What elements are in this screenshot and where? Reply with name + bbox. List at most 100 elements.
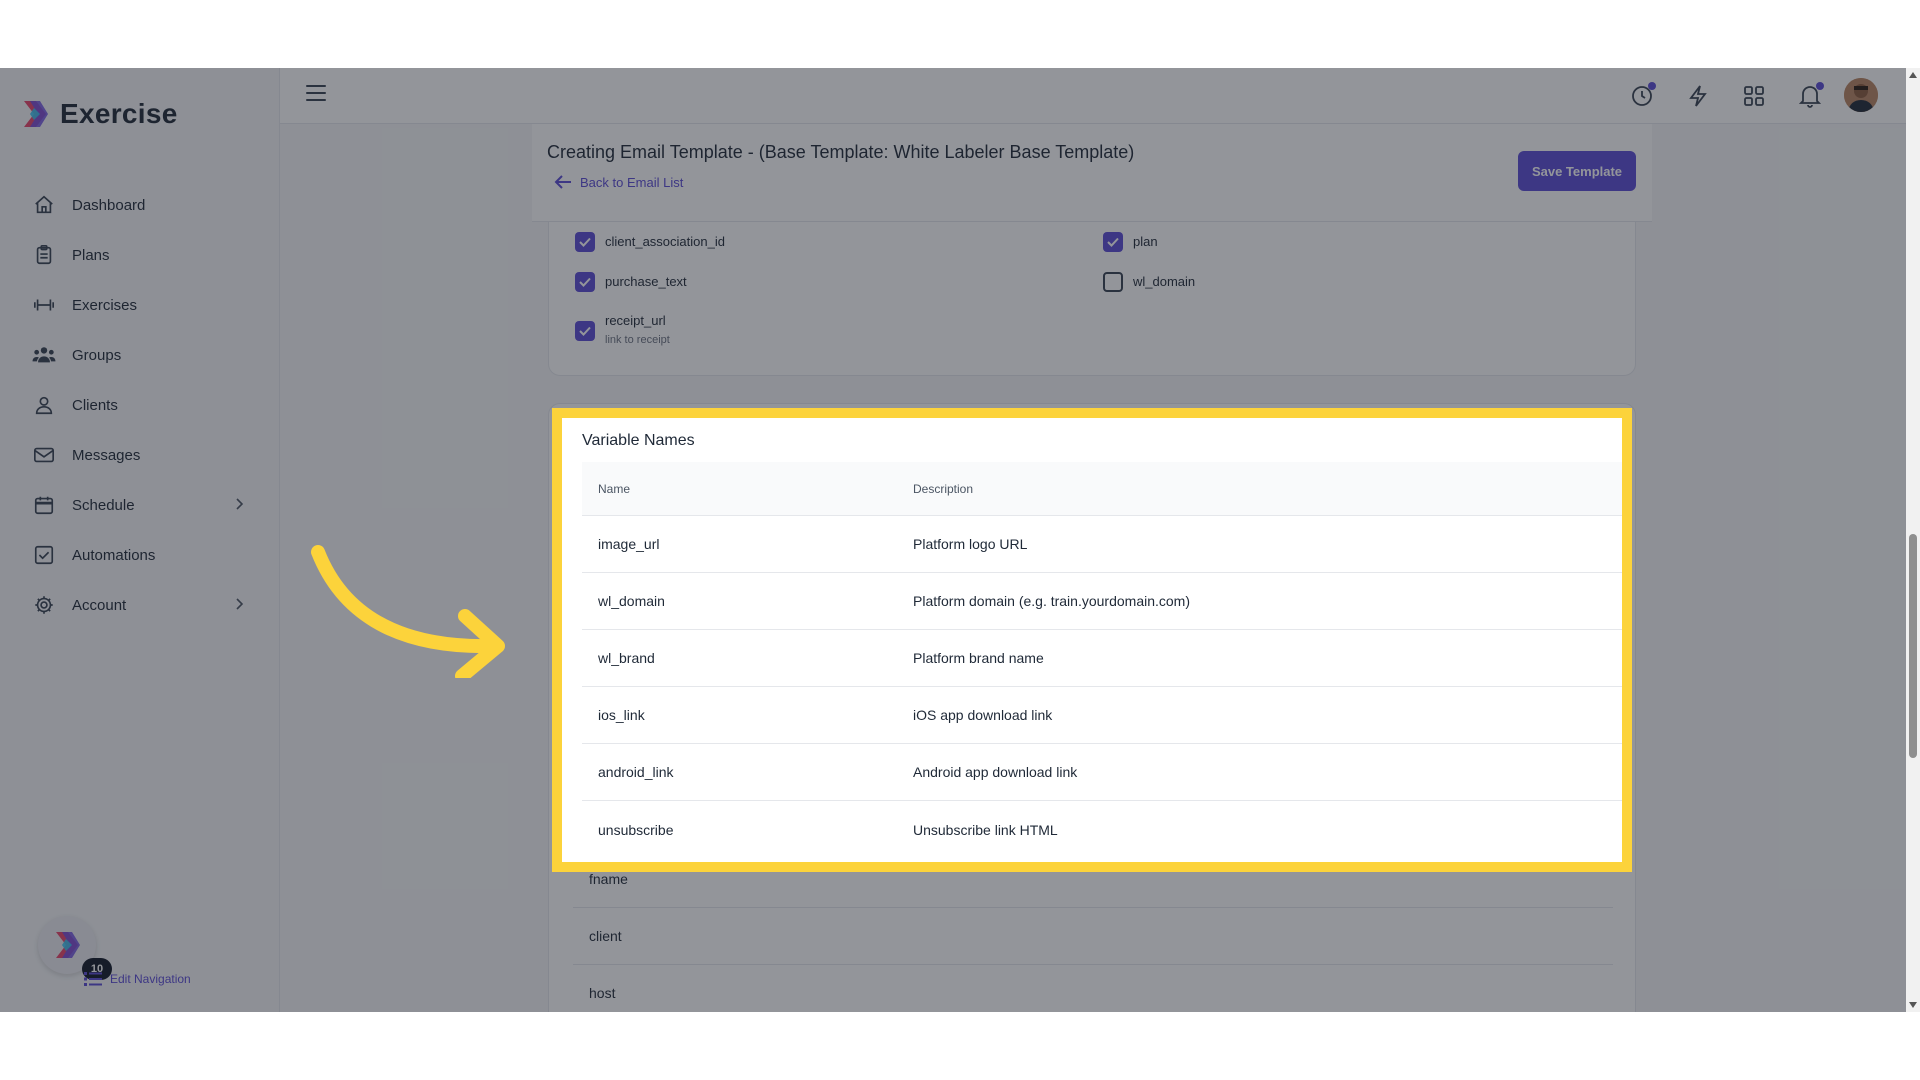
sidebar-item-schedule[interactable]: Schedule bbox=[0, 480, 280, 530]
sidebar-item-automations[interactable]: Automations bbox=[0, 530, 280, 580]
clipboard-icon bbox=[32, 243, 56, 267]
checkbox-checked[interactable] bbox=[575, 232, 595, 252]
column-header-name: Name bbox=[598, 481, 631, 496]
mail-icon bbox=[32, 443, 56, 467]
history-button[interactable] bbox=[1626, 80, 1658, 112]
sidebar-item-label: Groups bbox=[72, 346, 122, 364]
brand-logo-icon bbox=[24, 101, 48, 127]
sidebar-item-label: Plans bbox=[72, 246, 110, 264]
chevron-right-icon bbox=[236, 498, 244, 510]
edit-navigation-link[interactable]: Edit Navigation bbox=[84, 972, 191, 986]
edit-navigation-label: Edit Navigation bbox=[110, 972, 191, 986]
variable-description: Android app download link bbox=[913, 764, 1078, 780]
hamburger-menu-icon[interactable] bbox=[306, 84, 326, 102]
checkbox-checked[interactable] bbox=[575, 321, 595, 341]
brand-name: Exercise bbox=[60, 98, 178, 129]
checkbox-plan[interactable]: plan bbox=[1103, 232, 1158, 252]
variable-names-title: Variable Names bbox=[582, 432, 695, 449]
checkbox-checked[interactable] bbox=[575, 272, 595, 292]
scroll-thumb[interactable] bbox=[1909, 534, 1917, 758]
table-row: host bbox=[573, 965, 1613, 1012]
top-bar-actions bbox=[1626, 80, 1826, 112]
table-row: unsubscribe Unsubscribe link HTML bbox=[582, 801, 1622, 858]
checkbox-purchase-text[interactable]: purchase_text bbox=[575, 272, 687, 292]
sidebar-item-clients[interactable]: Clients bbox=[0, 380, 280, 430]
brand-logo-icon bbox=[56, 932, 80, 958]
variable-name: client bbox=[589, 928, 622, 944]
gear-icon bbox=[32, 593, 56, 617]
variable-names-table: Name Description image_url Platform logo … bbox=[582, 462, 1622, 858]
sidebar-item-label: Exercises bbox=[72, 296, 138, 314]
back-link-label: Back to Email List bbox=[580, 174, 684, 190]
table-header: Name Description bbox=[582, 462, 1622, 516]
checkbox-checked[interactable] bbox=[1103, 232, 1123, 252]
sidebar-item-label: Schedule bbox=[72, 496, 135, 514]
sidebar-item-messages[interactable]: Messages bbox=[0, 430, 280, 480]
table-row: image_url Platform logo URL bbox=[582, 516, 1622, 573]
checkbox-icon bbox=[32, 543, 56, 567]
apps-button[interactable] bbox=[1738, 80, 1770, 112]
variable-name: unsubscribe bbox=[598, 821, 674, 838]
check-icon bbox=[579, 277, 591, 287]
notifications-button[interactable] bbox=[1794, 80, 1826, 112]
sidebar-item-label: Clients bbox=[72, 396, 118, 414]
sidebar-item-plans[interactable]: Plans bbox=[0, 230, 280, 280]
check-icon bbox=[579, 237, 591, 247]
user-avatar-icon bbox=[1844, 78, 1878, 112]
check-icon bbox=[579, 326, 591, 336]
sidebar-item-dashboard[interactable]: Dashboard bbox=[0, 180, 280, 230]
checkbox-label: purchase_text bbox=[605, 274, 687, 289]
checkbox-label: client_association_id bbox=[605, 234, 725, 249]
checkbox-unchecked[interactable] bbox=[1103, 272, 1123, 292]
brand[interactable]: Exercise bbox=[20, 98, 178, 130]
sidebar-item-label: Dashboard bbox=[72, 196, 146, 214]
checkbox-label: wl_domain bbox=[1133, 274, 1196, 289]
variable-name: image_url bbox=[598, 536, 660, 552]
sidebar: Exercise Dashboard Plans Exercises Group… bbox=[0, 68, 280, 1012]
indicator-dot bbox=[1816, 82, 1824, 90]
column-header-description: Description bbox=[913, 481, 974, 496]
variable-name: wl_domain bbox=[598, 593, 665, 609]
variable-name: ios_link bbox=[598, 707, 645, 723]
sidebar-nav: Dashboard Plans Exercises Groups Clients… bbox=[0, 180, 280, 630]
sidebar-item-label: Automations bbox=[72, 546, 156, 564]
back-to-email-list-link[interactable]: Back to Email List bbox=[554, 174, 683, 190]
check-icon bbox=[1107, 237, 1119, 247]
checkbox-label: receipt_url bbox=[605, 313, 666, 328]
calendar-icon bbox=[32, 493, 56, 517]
scrollbar[interactable] bbox=[1906, 68, 1920, 1012]
dumbbell-icon bbox=[32, 293, 56, 317]
scroll-down-arrow-icon[interactable] bbox=[1909, 1002, 1917, 1008]
sidebar-item-exercises[interactable]: Exercises bbox=[0, 280, 280, 330]
checkbox-wl-domain[interactable]: wl_domain bbox=[1103, 272, 1195, 292]
app-window: Exercise Dashboard Plans Exercises Group… bbox=[0, 68, 1920, 1012]
pointer-arrow-icon bbox=[311, 545, 505, 678]
variable-description: Platform domain (e.g. train.yourdomain.c… bbox=[913, 593, 1190, 609]
list-icon bbox=[84, 972, 102, 986]
scroll-up-arrow-icon[interactable] bbox=[1909, 72, 1917, 78]
checkbox-client-association-id[interactable]: client_association_id bbox=[575, 232, 725, 252]
table-row: ios_link iOS app download link bbox=[582, 687, 1622, 744]
chevron-right-icon bbox=[236, 598, 244, 610]
checkbox-label: plan bbox=[1133, 234, 1158, 249]
variables-checkbox-card: client_association_id plan purchase_text… bbox=[548, 222, 1636, 376]
app-switcher[interactable]: 10 bbox=[38, 916, 112, 980]
page-header: Creating Email Template - (Base Template… bbox=[532, 124, 1652, 222]
home-icon bbox=[32, 193, 56, 217]
variable-name: host bbox=[589, 985, 616, 1001]
top-bar bbox=[280, 68, 1920, 124]
page-title: Creating Email Template - (Base Template… bbox=[547, 142, 1135, 162]
quick-actions-button[interactable] bbox=[1682, 80, 1714, 112]
sidebar-item-account[interactable]: Account bbox=[0, 580, 280, 630]
table-row: wl_domain Platform domain (e.g. train.you… bbox=[582, 573, 1622, 630]
checkbox-sublabel: link to receipt bbox=[605, 334, 670, 346]
avatar[interactable] bbox=[1844, 78, 1878, 112]
checkbox-receipt-url[interactable]: receipt_url link to receipt bbox=[575, 311, 670, 347]
sidebar-item-label: Account bbox=[72, 596, 127, 614]
sidebar-item-groups[interactable]: Groups bbox=[0, 330, 280, 380]
table-row: client bbox=[573, 908, 1613, 965]
lightning-icon bbox=[1689, 85, 1707, 107]
table-row: wl_brand Platform brand name bbox=[582, 630, 1622, 687]
save-template-button[interactable]: Save Template bbox=[1518, 151, 1636, 191]
variable-description: iOS app download link bbox=[913, 707, 1053, 723]
